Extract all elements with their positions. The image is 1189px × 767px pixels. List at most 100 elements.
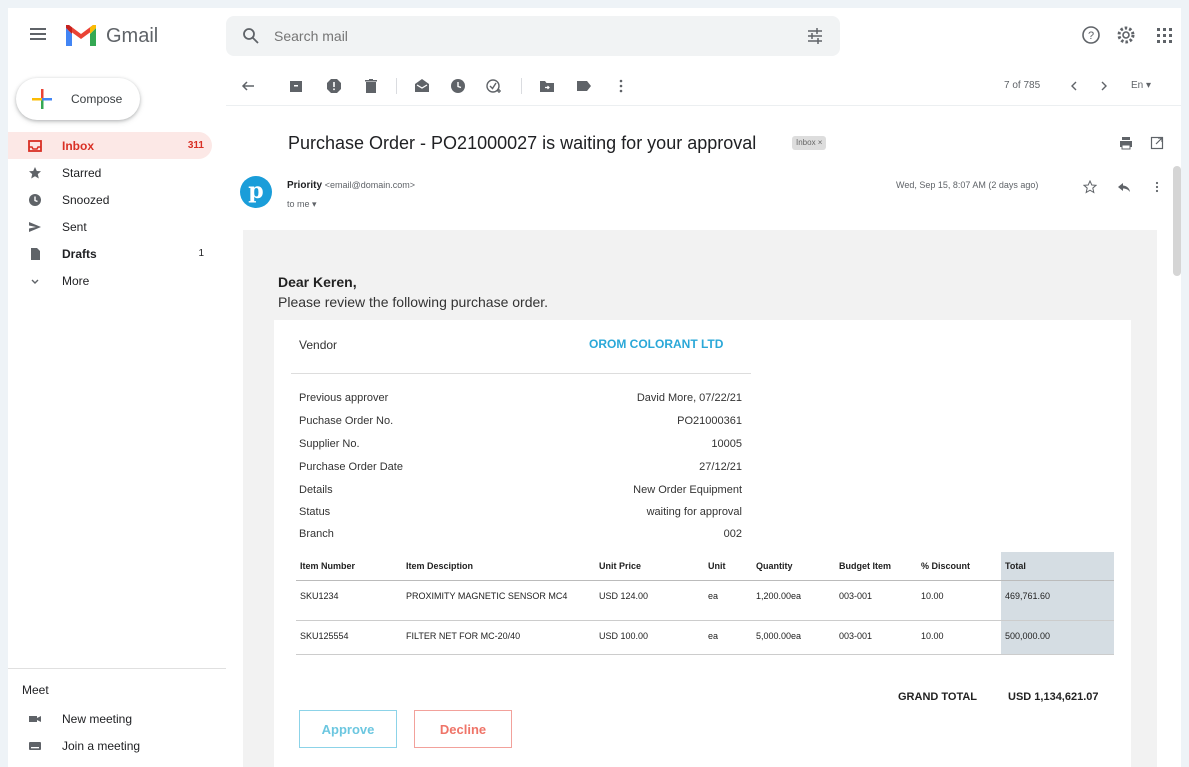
table-cell: FILTER NET FOR MC-20/40 — [402, 620, 595, 655]
move-to-folder-icon[interactable] — [539, 78, 555, 94]
unread-count: 311 — [187, 140, 204, 151]
sidebar-item-sent[interactable]: Sent — [8, 213, 212, 240]
table-cell: ea — [704, 580, 752, 621]
intro-text: Please review the following purchase ord… — [278, 294, 549, 310]
grand-total-value: USD 1,134,621.07 — [1008, 691, 1099, 703]
divider — [8, 668, 226, 669]
sidebar-item-label: More — [62, 274, 90, 288]
sidebar-item-drafts[interactable]: Drafts 1 — [8, 240, 212, 267]
help-icon[interactable]: ? — [1080, 24, 1102, 46]
divider — [291, 373, 751, 374]
column-header: Quantity — [752, 552, 835, 581]
star-icon — [29, 167, 41, 179]
detail-value: David More, 07/22/21 — [636, 392, 742, 404]
email-subject: Purchase Order - PO21000027 is waiting f… — [288, 133, 757, 153]
table-cell: 10.00 — [917, 580, 1001, 621]
detail-value: PO21000361 — [677, 415, 742, 427]
column-header: Budget Item — [835, 552, 917, 581]
table-cell: SKU1234 — [296, 580, 402, 621]
decline-button[interactable]: Decline — [414, 710, 512, 748]
sidebar-item-label: Drafts — [62, 247, 97, 261]
grand-total-label: GRAND TOTAL — [898, 691, 978, 703]
detail-row: Puchase Order No. PO21000361 — [299, 415, 742, 431]
detail-key: Previous approver — [299, 392, 389, 404]
recipient-label: to me — [287, 199, 310, 209]
table-cell: 500,000.00 — [1001, 620, 1114, 655]
add-to-tasks-icon[interactable] — [486, 78, 502, 94]
email-date: Wed, Sep 15, 8:07 AM (2 days ago) — [896, 180, 1039, 190]
mark-unread-icon[interactable] — [414, 78, 430, 94]
recipient-details-toggle[interactable]: to me ▾ — [287, 199, 317, 210]
search-icon[interactable] — [242, 27, 260, 45]
report-spam-icon[interactable] — [326, 78, 342, 94]
table-cell: 003-001 — [835, 580, 917, 621]
settings-gear-icon[interactable] — [1115, 24, 1137, 46]
print-icon[interactable] — [1119, 136, 1133, 150]
sidebar-item-more[interactable]: More — [8, 267, 212, 294]
new-meeting-button[interactable]: New meeting — [8, 707, 218, 731]
more-vert-icon[interactable] — [1150, 180, 1164, 194]
sender-name[interactable]: Priority — [287, 180, 322, 191]
chevron-left-icon[interactable] — [1066, 78, 1082, 94]
table-cell: ea — [704, 620, 752, 655]
table-cell: 5,000.00ea — [752, 620, 835, 655]
detail-key: Status — [299, 506, 331, 518]
sidebar-item-starred[interactable]: Starred — [8, 159, 212, 186]
reply-icon[interactable] — [1117, 180, 1131, 194]
main-menu-icon[interactable] — [30, 28, 46, 40]
scrollbar[interactable] — [1173, 166, 1181, 276]
chevron-down-icon — [31, 279, 39, 284]
join-meeting-button[interactable]: Join a meeting — [8, 734, 218, 758]
video-camera-icon — [29, 716, 41, 722]
detail-value: waiting for approval — [646, 506, 742, 518]
label-tag-icon[interactable] — [576, 78, 592, 94]
archive-icon[interactable] — [288, 78, 304, 94]
detail-key: Puchase Order No. — [299, 415, 394, 427]
message-view: 7 of 785 En ▾ Purchase Order - PO2100002… — [226, 66, 1181, 767]
order-items-table: Item Number Item Desciption Unit Price U… — [296, 552, 1114, 655]
column-header: % Discount — [917, 552, 1001, 581]
table-row: SKU1234 PROXIMITY MAGNETIC SENSOR MC4 US… — [296, 580, 1114, 621]
approve-button[interactable]: Approve — [299, 710, 397, 748]
column-header: Unit — [704, 552, 752, 581]
vendor-name: OROM COLORANT LTD — [589, 337, 724, 351]
column-header: Unit Price — [595, 552, 704, 581]
more-vert-icon[interactable] — [613, 78, 629, 94]
brand-name: Gmail — [106, 25, 159, 47]
send-icon — [29, 222, 41, 232]
gmail-logo-icon[interactable] — [64, 24, 98, 48]
inbox-label-chip[interactable]: Inbox × — [792, 136, 827, 150]
detail-value: 10005 — [711, 438, 742, 450]
table-cell: 003-001 — [835, 620, 917, 655]
compose-label: Compose — [71, 92, 123, 106]
email-body: Dear Keren, Please review the following … — [243, 230, 1157, 767]
compose-button[interactable]: Compose — [16, 78, 140, 120]
vendor-label: Vendor — [299, 338, 338, 352]
clock-icon — [29, 194, 41, 206]
gmail-window: Gmail ? — [8, 8, 1181, 767]
table-cell: 10.00 — [917, 620, 1001, 655]
search-input[interactable] — [274, 16, 774, 56]
sidebar-item-snoozed[interactable]: Snoozed — [8, 186, 212, 213]
table-cell: USD 124.00 — [595, 580, 704, 621]
toolbar-separator — [396, 78, 397, 94]
column-header: Total — [1001, 552, 1114, 581]
sidebar-item-label: Snoozed — [62, 193, 110, 207]
pagination-count: 7 of 785 — [1004, 80, 1041, 91]
delete-icon[interactable] — [363, 78, 379, 94]
sidebar-item-label: Sent — [62, 220, 87, 234]
sender-avatar[interactable]: p — [240, 176, 272, 208]
language-selector[interactable]: En ▾ — [1131, 80, 1151, 91]
sidebar-item-inbox[interactable]: Inbox 311 — [8, 132, 212, 159]
open-in-new-window-icon[interactable] — [1150, 136, 1164, 150]
apps-grid-icon[interactable] — [1153, 24, 1175, 46]
back-arrow-icon[interactable] — [240, 78, 256, 94]
snooze-clock-icon[interactable] — [450, 78, 466, 94]
message-toolbar: 7 of 785 En ▾ — [226, 66, 1181, 106]
search-options-icon[interactable] — [806, 27, 824, 45]
chevron-right-icon[interactable] — [1096, 78, 1112, 94]
star-icon[interactable] — [1083, 180, 1097, 194]
sidebar-item-label: Inbox — [62, 139, 94, 153]
language-label: En — [1131, 80, 1144, 91]
sidebar-item-label: Starred — [62, 166, 102, 180]
